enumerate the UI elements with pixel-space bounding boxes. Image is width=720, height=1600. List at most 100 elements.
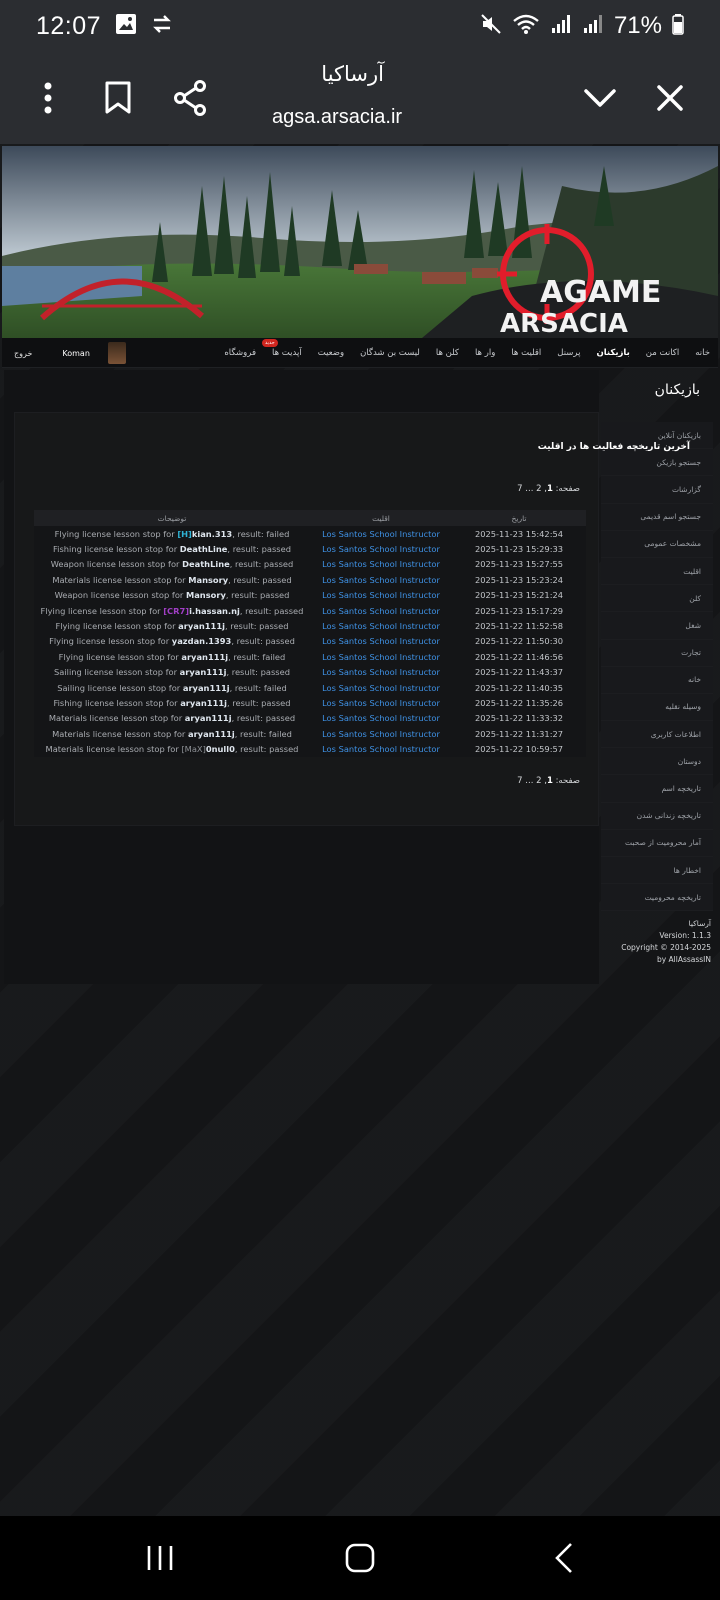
faction-link[interactable]: Los Santos School Instructor xyxy=(310,556,452,573)
player-name[interactable]: Mansory xyxy=(186,590,226,600)
back-icon[interactable] xyxy=(534,1536,594,1580)
description-text: Sailing license lesson stop for xyxy=(57,682,183,693)
footer-version: Version: 1.1.3 xyxy=(659,931,711,940)
player-name[interactable]: i.hassan.nj xyxy=(189,606,240,616)
player-name[interactable]: yazdan.1393 xyxy=(172,636,232,646)
sidebar-item-reports[interactable]: گزارشات xyxy=(601,476,713,504)
recent-apps-icon[interactable] xyxy=(130,1536,190,1580)
sidebar-item-user-info[interactable]: اطلاعات کاربری xyxy=(601,721,713,749)
status-bar: 12:07 71% xyxy=(0,0,720,52)
sidebar-item-name-history[interactable]: تاریخچه اسم xyxy=(601,775,713,803)
nav-ban-list[interactable]: لیست بن شدگان xyxy=(352,348,428,358)
player-name[interactable]: aryan111j xyxy=(178,621,225,631)
clan-tag: [CR7] xyxy=(163,605,190,616)
row-description: Flying license lesson stop for yazdan.13… xyxy=(34,633,310,650)
close-icon[interactable] xyxy=(644,72,696,124)
description-text: Sailing license lesson stop for xyxy=(53,667,180,678)
nav-status[interactable]: وضعیت xyxy=(310,348,352,358)
signal-icon xyxy=(550,13,572,39)
result-text: , result: passed xyxy=(228,574,292,585)
player-name[interactable]: aryan111j xyxy=(183,683,230,693)
page-title: آرساکیا xyxy=(321,62,384,86)
banner-logo-line1: AGAME xyxy=(540,275,661,310)
nav-store[interactable]: فروشگاه xyxy=(216,348,264,358)
faction-link[interactable]: Los Santos School Instructor xyxy=(310,633,452,650)
more-options-icon[interactable] xyxy=(22,72,74,124)
row-date: 2025-11-22 11:52:58 xyxy=(452,618,586,634)
sidebar-item-general-info[interactable]: مشخصات عمومی xyxy=(601,530,713,558)
player-name[interactable]: aryan111j xyxy=(180,698,227,708)
player-name[interactable]: kian.313 xyxy=(192,529,232,539)
share-icon[interactable] xyxy=(164,72,216,124)
footer-copyright: Copyright © 2014-2025 xyxy=(621,943,711,952)
sidebar-item-jail-history[interactable]: تاریخچه زندانی شدن xyxy=(601,802,713,830)
faction-link[interactable]: Los Santos School Instructor xyxy=(310,618,452,634)
faction-link[interactable]: Los Santos School Instructor xyxy=(310,602,452,619)
player-name[interactable]: Mansory xyxy=(188,575,228,585)
faction-link[interactable]: Los Santos School Instructor xyxy=(310,664,452,680)
nav-my-account[interactable]: اکانت من xyxy=(638,348,687,358)
sidebar-item-clan[interactable]: کلن xyxy=(601,585,713,613)
player-name[interactable]: aryan111j xyxy=(185,713,232,723)
player-name[interactable]: DeathLine xyxy=(180,544,228,554)
nav-wars[interactable]: وار ها xyxy=(467,348,503,358)
pager-pages[interactable]: , 2 ... 7 xyxy=(517,776,547,786)
faction-link[interactable]: Los Santos School Instructor xyxy=(310,710,452,727)
browser-toolbar: آرساکیا agsa.arsacia.ir xyxy=(0,52,720,144)
faction-link[interactable]: Los Santos School Instructor xyxy=(310,726,452,742)
faction-link[interactable]: Los Santos School Instructor xyxy=(310,695,452,711)
sidebar-item-mute-stats[interactable]: آمار محرومیت از صحبت xyxy=(601,829,713,857)
faction-link[interactable]: Los Santos School Instructor xyxy=(310,526,452,542)
chevron-down-icon[interactable] xyxy=(574,72,626,124)
nav-factions[interactable]: اقلیت ها xyxy=(503,348,549,358)
avatar[interactable] xyxy=(107,342,126,364)
player-name[interactable]: aryan111j xyxy=(180,667,227,677)
bookmark-icon[interactable] xyxy=(92,72,144,124)
faction-link[interactable]: Los Santos School Instructor xyxy=(310,572,452,588)
sidebar-item-friends[interactable]: دوستان xyxy=(601,748,713,776)
url-display[interactable]: agsa.arsacia.ir xyxy=(272,106,402,129)
result-text: , result: failed xyxy=(232,528,290,539)
row-description: Fishing license lesson stop for aryan111… xyxy=(34,695,310,711)
faction-link[interactable]: Los Santos School Instructor xyxy=(310,679,452,696)
clan-tag: [H] xyxy=(177,528,192,539)
sidebar-item-trade[interactable]: تجارت xyxy=(601,639,713,667)
sidebar-item-house[interactable]: خانه xyxy=(601,666,713,694)
row-description: Flying license lesson stop for aryan111j… xyxy=(34,618,310,634)
nav-players[interactable]: بازیکنان xyxy=(588,348,637,358)
table-row: Flying license lesson stop for aryan111j… xyxy=(34,649,586,665)
sidebar-item-warnings[interactable]: اخطار ها xyxy=(601,857,713,885)
faction-link[interactable]: Los Santos School Instructor xyxy=(310,541,452,557)
site-banner[interactable]: AGAME ARSACIA xyxy=(2,146,718,338)
player-name[interactable]: 0null0 xyxy=(206,744,235,754)
row-description: Flying license lesson stop for [CR7]i.ha… xyxy=(34,602,310,619)
row-description: Sailing license lesson stop for aryan111… xyxy=(34,664,310,680)
faction-link[interactable]: Los Santos School Instructor xyxy=(310,587,452,603)
nav-home[interactable]: خانه xyxy=(687,348,718,358)
nav-staff[interactable]: پرسنل xyxy=(549,348,588,358)
sidebar-item-old-name-search[interactable]: جستجو اسم قدیمی xyxy=(601,503,713,531)
sidebar-item-faction[interactable]: اقلیت xyxy=(601,557,713,586)
sidebar-item-ban-history[interactable]: تاریخچه محرومیت xyxy=(601,884,713,912)
row-date: 2025-11-22 11:35:26 xyxy=(452,695,586,711)
logout-link[interactable]: خروج xyxy=(14,349,32,358)
home-icon[interactable] xyxy=(330,1536,390,1580)
sidebar-item-vehicle[interactable]: وسیله نقلیه xyxy=(601,693,713,722)
sidebar-item-search-player[interactable]: جستجو بازیکن xyxy=(601,449,713,477)
player-name[interactable]: DeathLine xyxy=(182,559,230,569)
sidebar-item-job[interactable]: شغل xyxy=(601,612,713,640)
nav-clans[interactable]: کلن ها xyxy=(428,348,467,358)
description-text: Materials license lesson stop for xyxy=(52,574,189,585)
faction-link[interactable]: Los Santos School Instructor xyxy=(310,741,452,757)
column-faction: اقلیت xyxy=(310,510,452,526)
player-name[interactable]: aryan111j xyxy=(181,652,228,662)
username[interactable]: Koman xyxy=(62,349,90,358)
player-name[interactable]: aryan111j xyxy=(188,729,235,739)
nav-updates[interactable]: آپدیت ها جدید xyxy=(262,338,310,358)
row-description: Weapon license lesson stop for DeathLine… xyxy=(34,556,310,573)
description-text: Materials license lesson stop for xyxy=(45,744,182,755)
pager-pages[interactable]: , 2 ... 7 xyxy=(517,484,547,494)
faction-link[interactable]: Los Santos School Instructor xyxy=(310,649,452,665)
result-text: , result: failed xyxy=(229,682,287,693)
result-text: , result: passed xyxy=(226,697,291,708)
